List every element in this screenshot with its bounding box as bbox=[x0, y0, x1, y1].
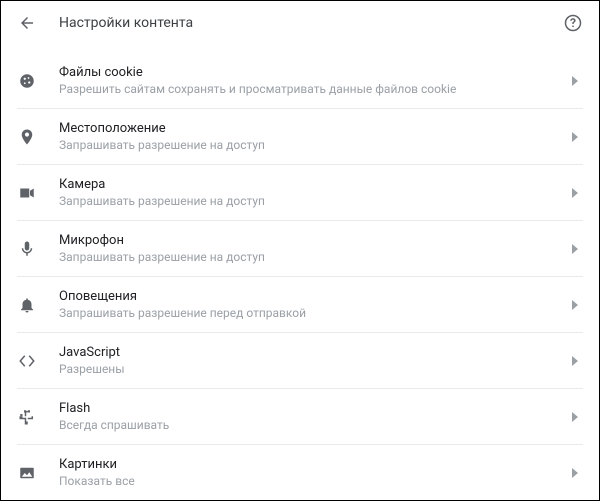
help-button[interactable] bbox=[563, 13, 583, 33]
chevron-right-icon bbox=[567, 465, 583, 481]
item-title: JavaScript bbox=[59, 345, 567, 360]
help-icon bbox=[564, 14, 582, 32]
item-text: Местоположение Запрашивать разрешение на… bbox=[59, 121, 567, 152]
arrow-left-icon bbox=[18, 14, 36, 32]
settings-panel: Настройки контента Файлы cookie Разрешит… bbox=[0, 0, 600, 501]
images-icon bbox=[17, 463, 37, 483]
notifications-icon bbox=[17, 295, 37, 315]
item-title: Местоположение bbox=[59, 121, 567, 136]
item-subtitle: Всегда спрашивать bbox=[59, 418, 567, 432]
setting-item-flash[interactable]: Flash Всегда спрашивать bbox=[17, 389, 583, 445]
setting-item-cookies[interactable]: Файлы cookie Разрешить сайтам сохранять … bbox=[17, 45, 583, 109]
setting-item-javascript[interactable]: JavaScript Разрешены bbox=[17, 333, 583, 389]
item-subtitle: Запрашивать разрешение перед отправкой bbox=[59, 306, 567, 320]
cookie-icon bbox=[17, 71, 37, 91]
item-text: Файлы cookie Разрешить сайтам сохранять … bbox=[59, 65, 567, 96]
chevron-right-icon bbox=[567, 297, 583, 313]
setting-item-notifications[interactable]: Оповещения Запрашивать разрешение перед … bbox=[17, 277, 583, 333]
item-subtitle: Показать все bbox=[59, 474, 567, 488]
item-subtitle: Запрашивать разрешение на доступ bbox=[59, 138, 567, 152]
item-text: Камера Запрашивать разрешение на доступ bbox=[59, 177, 567, 208]
item-text: JavaScript Разрешены bbox=[59, 345, 567, 376]
item-text: Картинки Показать все bbox=[59, 457, 567, 488]
back-button[interactable] bbox=[17, 13, 37, 33]
item-subtitle: Запрашивать разрешение на доступ bbox=[59, 250, 567, 264]
chevron-right-icon bbox=[567, 73, 583, 89]
item-text: Микрофон Запрашивать разрешение на досту… bbox=[59, 233, 567, 264]
location-icon bbox=[17, 127, 37, 147]
item-subtitle: Разрешить сайтам сохранять и просматрива… bbox=[59, 82, 567, 96]
settings-list: Файлы cookie Разрешить сайтам сохранять … bbox=[1, 45, 599, 500]
item-title: Камера bbox=[59, 177, 567, 192]
setting-item-microphone[interactable]: Микрофон Запрашивать разрешение на досту… bbox=[17, 221, 583, 277]
item-title: Оповещения bbox=[59, 289, 567, 304]
javascript-icon bbox=[17, 351, 37, 371]
setting-item-images[interactable]: Картинки Показать все bbox=[17, 445, 583, 500]
item-text: Оповещения Запрашивать разрешение перед … bbox=[59, 289, 567, 320]
item-title: Микрофон bbox=[59, 233, 567, 248]
setting-item-camera[interactable]: Камера Запрашивать разрешение на доступ bbox=[17, 165, 583, 221]
item-title: Картинки bbox=[59, 457, 567, 472]
microphone-icon bbox=[17, 239, 37, 259]
item-title: Файлы cookie bbox=[59, 65, 567, 80]
page-title: Настройки контента bbox=[59, 15, 563, 31]
chevron-right-icon bbox=[567, 353, 583, 369]
chevron-right-icon bbox=[567, 409, 583, 425]
chevron-right-icon bbox=[567, 241, 583, 257]
chevron-right-icon bbox=[567, 129, 583, 145]
item-title: Flash bbox=[59, 401, 567, 416]
item-subtitle: Запрашивать разрешение на доступ bbox=[59, 194, 567, 208]
header: Настройки контента bbox=[1, 1, 599, 45]
setting-item-location[interactable]: Местоположение Запрашивать разрешение на… bbox=[17, 109, 583, 165]
item-subtitle: Разрешены bbox=[59, 362, 567, 376]
item-text: Flash Всегда спрашивать bbox=[59, 401, 567, 432]
camera-icon bbox=[17, 183, 37, 203]
flash-icon bbox=[17, 407, 37, 427]
chevron-right-icon bbox=[567, 185, 583, 201]
